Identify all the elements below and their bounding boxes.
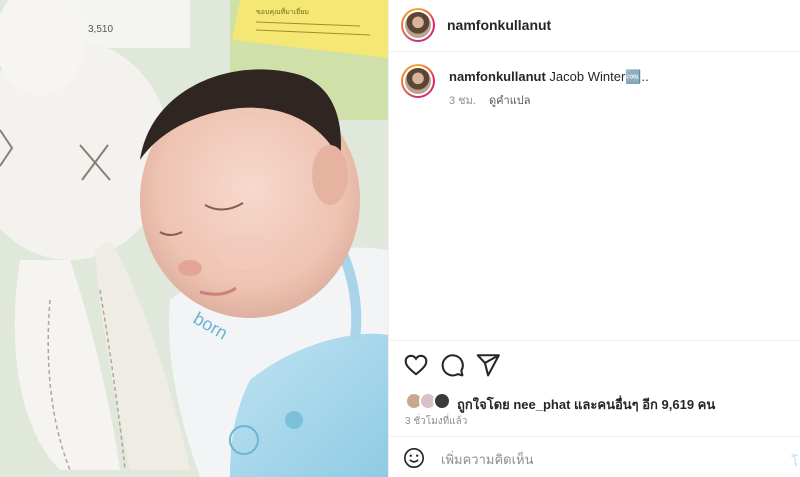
avatar-image [405,68,431,94]
comment-icon[interactable] [439,352,465,378]
caption-text: namfonkullanut Jacob Winter🆒.. [449,69,649,85]
caption-body: Jacob Winter🆒.. [549,69,649,84]
post-side-panel: namfonkullanut namfonkullanut Jacob Wint… [388,0,800,477]
baby-photo-illustration: 3,510 ขอบคุณที่มาเยี่ยม born [0,0,388,477]
likes-text[interactable]: ถูกใจโดย nee_phat และคนอื่นๆ อีก 9,619 ค… [457,394,715,415]
see-translation-link[interactable]: ดูคำแปล [489,95,531,107]
comment-box: โ [389,436,800,477]
liker-avatar[interactable] [433,392,451,410]
action-bar [389,340,800,386]
emoji-icon[interactable] [403,447,425,469]
avatar-image [405,12,431,38]
caption-meta: 3 ชม. ดูคำแปล [449,91,541,109]
post-photo[interactable]: 3,510 ขอบคุณที่มาเยี่ยม born [0,0,388,477]
post-header: namfonkullanut [389,0,800,52]
post-comment-button[interactable]: โ [791,451,798,472]
name-card: 3,510 [70,0,190,48]
header-username[interactable]: namfonkullanut [447,17,551,33]
sticker-text: ขอบคุณที่มาเยี่ยม [256,7,309,16]
card-number: 3,510 [88,24,113,35]
heart-icon[interactable] [403,352,429,378]
share-icon[interactable] [475,352,501,378]
caption-age: 3 ชม. [449,95,476,107]
post-timestamp: 3 ชั่วโมงที่แล้ว [405,416,468,427]
comment-input[interactable] [439,445,773,473]
baby-face [140,69,360,318]
caption-avatar[interactable] [401,64,435,98]
likes-row: ถูกใจโดย nee_phat และคนอื่นๆ อีก 9,619 ค… [405,392,785,412]
header-avatar[interactable] [401,8,435,42]
caption-username[interactable]: namfonkullanut [449,69,546,84]
